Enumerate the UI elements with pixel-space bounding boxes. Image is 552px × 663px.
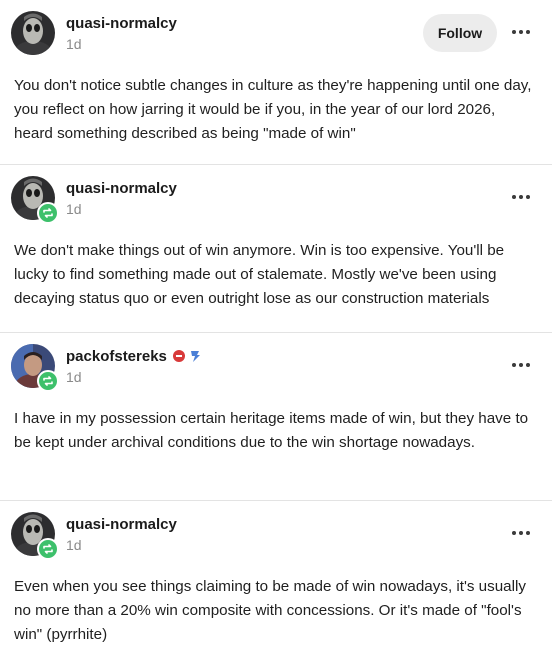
more-icon[interactable] xyxy=(506,523,536,543)
username[interactable]: quasi-normalcy xyxy=(66,180,177,197)
post-meta: packofstereks 1d xyxy=(66,346,202,385)
reblog-icon xyxy=(37,370,59,392)
avatar[interactable] xyxy=(11,176,59,224)
username[interactable]: quasi-normalcy xyxy=(66,516,177,533)
post-text: You don't notice subtle changes in cultu… xyxy=(14,77,532,142)
post-text: Even when you see things claiming to be … xyxy=(14,578,526,643)
badge-icon xyxy=(188,349,202,363)
avatar[interactable] xyxy=(11,512,59,560)
timestamp[interactable]: 1d xyxy=(66,201,177,217)
username[interactable]: packofstereks xyxy=(66,348,167,365)
more-icon[interactable] xyxy=(506,22,536,42)
post-meta: quasi-normalcy 1d xyxy=(66,13,177,53)
post-meta: quasi-normalcy 1d xyxy=(66,514,177,554)
follow-button[interactable]: Follow xyxy=(423,14,497,52)
post-header: quasi-normalcy 1d xyxy=(0,165,552,231)
timestamp[interactable]: 1d xyxy=(66,369,202,385)
post-text: I have in my possession certain heritage… xyxy=(14,410,529,451)
more-icon[interactable] xyxy=(506,187,536,207)
post-header: quasi-normalcy 1d xyxy=(0,501,552,567)
post-text: We don't make things out of win anymore.… xyxy=(14,242,505,307)
timestamp[interactable]: 1d xyxy=(66,36,177,52)
post: quasi-normalcy 1d We don't make things o… xyxy=(0,165,552,333)
username[interactable]: quasi-normalcy xyxy=(66,15,177,32)
avatar[interactable] xyxy=(11,344,59,392)
post: quasi-normalcy 1d Even when you see thin… xyxy=(0,501,552,663)
user-badges xyxy=(172,349,202,363)
post-header: quasi-normalcy 1d Follow xyxy=(0,0,552,66)
post: quasi-normalcy 1d Follow You don't notic… xyxy=(0,0,552,165)
avatar[interactable] xyxy=(11,11,55,55)
reblog-thread: quasi-normalcy 1d Follow You don't notic… xyxy=(0,0,552,663)
reblog-icon xyxy=(37,538,59,560)
reblog-icon xyxy=(37,202,59,224)
timestamp[interactable]: 1d xyxy=(66,537,177,553)
more-icon[interactable] xyxy=(506,355,536,375)
post-meta: quasi-normalcy 1d xyxy=(66,178,177,218)
post-header: packofstereks 1d xyxy=(0,333,552,399)
badge-icon xyxy=(172,350,185,362)
post: packofstereks 1d I have in my possession… xyxy=(0,333,552,501)
